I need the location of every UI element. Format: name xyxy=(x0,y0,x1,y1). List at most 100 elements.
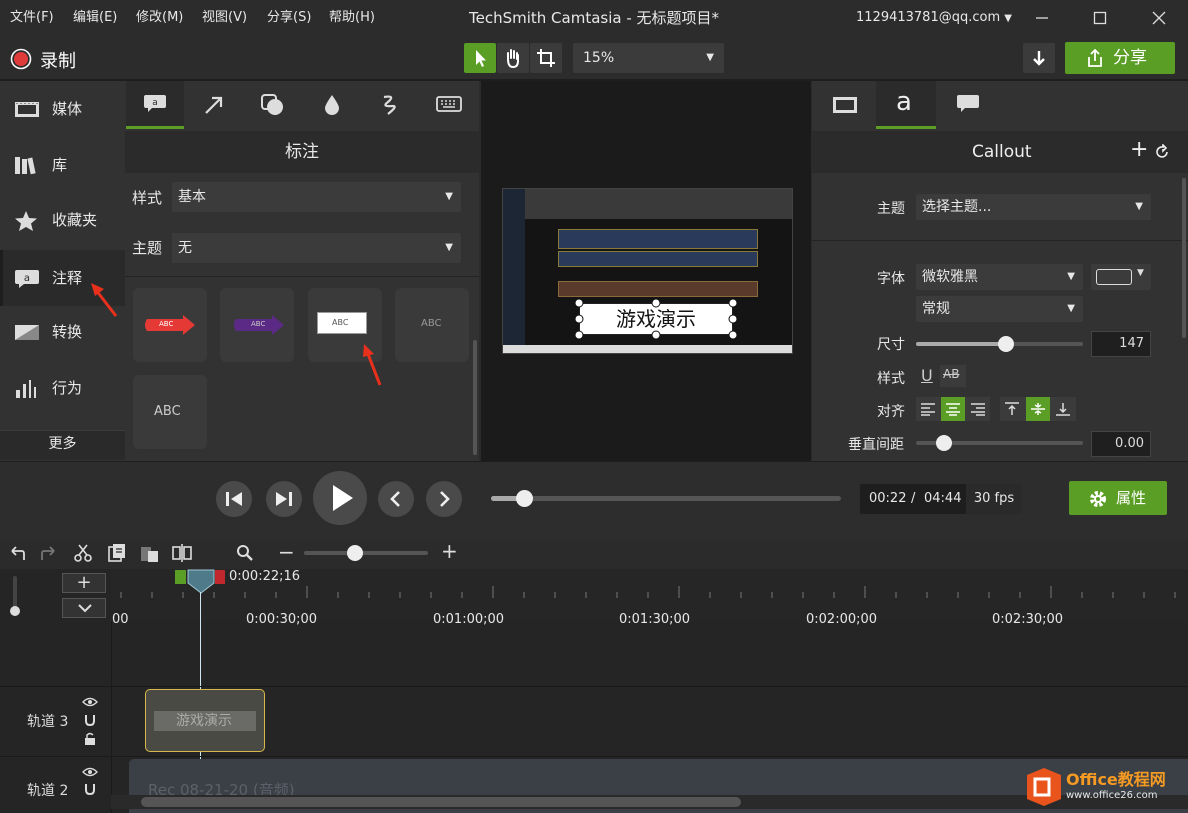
add-icon[interactable]: + xyxy=(1130,137,1148,162)
track-height-thumb[interactable] xyxy=(10,606,20,616)
align-right-icon[interactable] xyxy=(970,402,986,416)
more-button[interactable]: 更多 xyxy=(0,430,125,460)
pan-tool-button[interactable] xyxy=(497,43,529,73)
align-left-icon[interactable] xyxy=(920,402,936,416)
arrow-icon xyxy=(205,96,223,114)
play-button[interactable] xyxy=(313,471,367,525)
lock-icon[interactable] xyxy=(84,732,96,746)
timeline-zoom-slider[interactable] xyxy=(304,545,428,561)
size-slider[interactable] xyxy=(916,336,1083,352)
callout-tile-purple-arrow[interactable]: ABC xyxy=(220,288,294,362)
menu-file[interactable]: 文件(F) xyxy=(10,0,54,36)
next-button[interactable] xyxy=(426,481,462,517)
eye-icon[interactable] xyxy=(82,767,98,777)
magnet-icon[interactable] xyxy=(83,782,97,796)
zoom-select[interactable]: 15% ▼ xyxy=(573,43,724,73)
properties-scrollbar[interactable] xyxy=(1182,178,1186,338)
scrub-thumb[interactable] xyxy=(516,490,533,507)
properties-button[interactable]: 属性 xyxy=(1069,481,1167,515)
cut-icon[interactable] xyxy=(73,543,93,563)
strikethrough-icon: AB xyxy=(943,367,960,381)
font-weight-select[interactable]: 常规 ▼ xyxy=(916,296,1083,322)
zoom-in-icon[interactable]: + xyxy=(441,539,458,563)
copy-icon[interactable] xyxy=(107,543,127,563)
nav-item-favorites[interactable]: 收藏夹 xyxy=(0,192,125,248)
step-back-button[interactable] xyxy=(216,481,252,517)
tab-callouts[interactable]: a xyxy=(126,81,184,129)
font-select[interactable]: 微软雅黑 ▼ xyxy=(916,264,1083,290)
menu-share[interactable]: 分享(S) xyxy=(267,0,311,36)
track-height-slider[interactable] xyxy=(10,576,20,616)
download-button[interactable] xyxy=(1023,43,1055,73)
track-header-3[interactable]: 轨道 3 xyxy=(0,687,111,756)
previous-button[interactable] xyxy=(378,481,414,517)
reset-icon[interactable] xyxy=(1155,144,1171,160)
nav-item-library[interactable]: 库 xyxy=(0,137,125,193)
search-icon[interactable] xyxy=(235,543,255,563)
magnet-icon[interactable] xyxy=(83,713,97,727)
panel-scrollbar[interactable] xyxy=(473,340,477,455)
track-header-2[interactable]: 轨道 2 xyxy=(0,757,111,813)
align-bottom-icon[interactable] xyxy=(1055,402,1071,416)
collapse-tracks-button[interactable] xyxy=(62,598,106,618)
timeline-hscroll-thumb[interactable] xyxy=(141,797,741,807)
chevron-down-icon xyxy=(78,604,92,613)
line-spacing-slider[interactable] xyxy=(916,435,1083,451)
align-top-icon[interactable] xyxy=(1004,402,1020,416)
tile-text: ABC xyxy=(332,318,349,327)
zoom-out-icon[interactable]: − xyxy=(278,540,295,564)
callout-tile-text-only[interactable]: ABC xyxy=(395,288,469,362)
theme-select[interactable]: 选择主题... ▼ xyxy=(916,194,1151,220)
crop-tool-button[interactable] xyxy=(530,43,562,73)
undo-icon[interactable] xyxy=(8,544,26,562)
split-icon[interactable] xyxy=(172,543,192,563)
maximize-icon[interactable] xyxy=(1092,11,1108,25)
nav-item-behaviors[interactable]: 行为 xyxy=(0,360,125,416)
tab-keystroke[interactable] xyxy=(420,81,478,129)
select-tool-button[interactable] xyxy=(464,43,496,73)
size-input[interactable]: 147 xyxy=(1091,331,1151,357)
nav-item-media[interactable]: 媒体 xyxy=(0,81,125,137)
align-middle-button[interactable] xyxy=(1026,397,1050,421)
line-spacing-thumb[interactable] xyxy=(936,435,952,451)
menu-edit[interactable]: 编辑(E) xyxy=(73,0,117,36)
tab-shapes[interactable] xyxy=(244,81,302,129)
callout-handles[interactable] xyxy=(573,297,739,341)
menu-view[interactable]: 视图(V) xyxy=(202,0,247,36)
callout-tile-red-arrow[interactable]: ABC xyxy=(133,288,207,362)
fps-display[interactable]: 30 fps xyxy=(966,484,1022,514)
tab-annotation-properties[interactable] xyxy=(938,81,998,129)
tab-visual-properties[interactable] xyxy=(814,81,874,129)
callout-tile-plain[interactable]: ABC xyxy=(133,375,207,449)
account-menu[interactable]: 1129413781@qq.com ▼ xyxy=(856,0,1012,36)
tab-text-properties[interactable]: a xyxy=(876,81,936,129)
style-value: 基本 xyxy=(178,189,206,205)
minimize-icon[interactable] xyxy=(1034,11,1050,25)
strikethrough-button[interactable]: AB xyxy=(940,365,966,387)
video-frame[interactable]: 游戏演示 xyxy=(502,188,793,354)
office-logo-icon xyxy=(1027,768,1061,806)
close-icon[interactable] xyxy=(1151,11,1167,25)
theme-select[interactable]: 无 ▼ xyxy=(172,233,461,263)
redo-icon[interactable] xyxy=(40,544,58,562)
tab-blur[interactable] xyxy=(302,81,360,129)
tab-arrows[interactable] xyxy=(185,81,243,129)
font-color-picker[interactable]: ▼ xyxy=(1091,264,1151,290)
size-slider-thumb[interactable] xyxy=(998,336,1014,352)
line-spacing-input[interactable]: 0.00 xyxy=(1091,431,1151,457)
step-forward-button[interactable] xyxy=(266,481,302,517)
share-button[interactable]: 分享 xyxy=(1065,42,1175,74)
style-select[interactable]: 基本 ▼ xyxy=(172,182,461,212)
menu-help[interactable]: 帮助(H) xyxy=(329,0,375,36)
scrub-bar[interactable] xyxy=(491,490,841,507)
timeline-zoom-thumb[interactable] xyxy=(347,545,363,561)
align-center-button[interactable] xyxy=(941,397,965,421)
callout-clip[interactable]: 游戏演示 xyxy=(145,689,265,752)
underline-icon[interactable]: U xyxy=(921,366,933,385)
add-track-button[interactable]: + xyxy=(62,573,106,593)
eye-icon[interactable] xyxy=(82,697,98,707)
paste-icon[interactable] xyxy=(140,543,160,563)
menu-modify[interactable]: 修改(M) xyxy=(136,0,183,36)
record-button[interactable]: 录制 xyxy=(10,47,100,72)
tab-sketch[interactable] xyxy=(361,81,419,129)
